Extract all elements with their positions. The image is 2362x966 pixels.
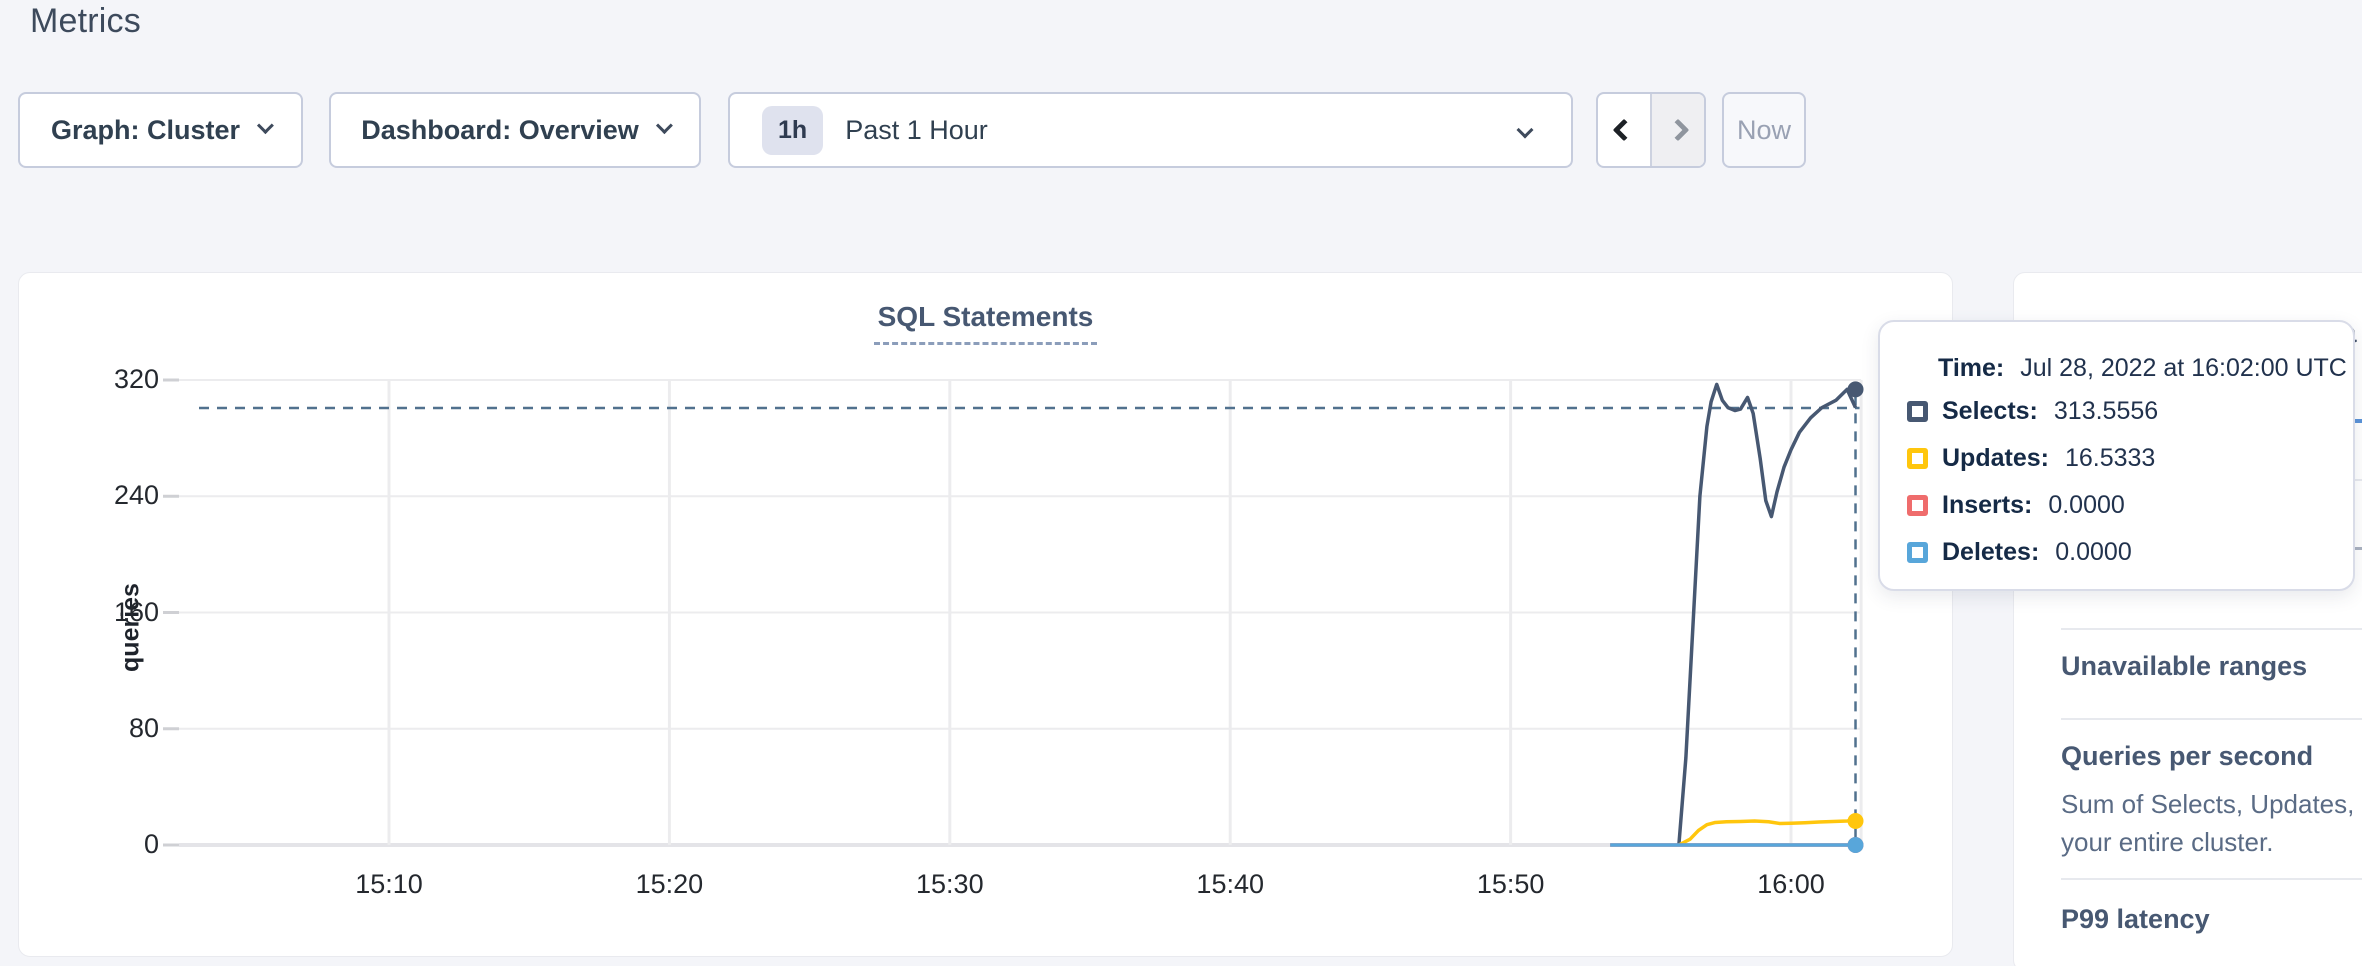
x-axis-tick-label: 15:20 [609,869,729,900]
sidebar-heading-unavailable-ranges: Unavailable ranges [2061,651,2362,682]
graph-scope-label: Graph: Cluster [51,115,240,146]
tooltip-row: Inserts: 0.0000 [1907,482,2353,529]
tooltip-row: Updates: 16.5333 [1907,435,2353,482]
y-axis-label: queries [117,568,146,688]
chevron-down-icon [257,117,274,134]
series-line-selects [1679,384,1856,845]
y-axis-tick-label: 160 [39,597,159,628]
time-range-badge: 1h [762,106,823,155]
x-axis-tick-label: 15:40 [1170,869,1290,900]
chevron-down-icon [656,117,673,134]
tooltip-series-value: 0.0000 [2055,538,2131,567]
tooltip-series-label: Updates: [1942,444,2049,473]
series-line-updates [1679,820,1856,845]
now-button-label: Now [1737,115,1791,146]
y-axis-tick-label: 320 [39,364,159,395]
x-axis-tick-label: 16:00 [1731,869,1851,900]
tooltip-time-label: Time: [1938,354,2004,383]
divider [2061,628,2362,630]
tooltip-series-value: 313.5556 [2054,397,2158,426]
x-axis-tick-label: 15:30 [890,869,1010,900]
sql-statements-chart-card: SQL Statements queries 080160240320 15:1… [18,272,1953,957]
sidebar-desc-line: your entire cluster. [2061,827,2362,858]
sidebar-desc-line: Sum of Selects, Updates, Inser [2061,789,2362,820]
chevron-down-icon [1517,122,1534,139]
time-range-label: Past 1 Hour [845,115,988,146]
legend-swatch-icon [1907,542,1928,563]
dashboard-label: Dashboard: Overview [361,115,639,146]
next-time-button[interactable] [1650,94,1704,166]
sidebar-heading-queries-per-second: Queries per second [2061,741,2362,772]
y-axis-tick-label: 80 [39,713,159,744]
chart-hover-tooltip: Time: Jul 28, 2022 at 16:02:00 UTC Selec… [1878,320,2355,591]
tooltip-series-value: 16.5333 [2065,444,2155,473]
sidebar-heading-p99-latency: P99 latency [2061,904,2362,935]
page-title: Metrics [30,2,141,41]
x-axis-tick-label: 15:10 [329,869,449,900]
sql-statements-chart[interactable] [19,273,1954,958]
time-window-pager [1596,92,1706,168]
legend-swatch-icon [1907,448,1928,469]
tooltip-time-value: Jul 28, 2022 at 16:02:00 UTC [2020,354,2347,383]
time-range-dropdown[interactable]: 1h Past 1 Hour [728,92,1573,168]
chevron-right-icon [1667,119,1690,142]
legend-swatch-icon [1907,495,1928,516]
tooltip-series-label: Deletes: [1942,538,2039,567]
prev-time-button[interactable] [1598,94,1650,166]
hover-dot-deletes [1848,837,1864,853]
x-axis-tick-label: 15:50 [1451,869,1571,900]
y-axis-tick-label: 0 [39,829,159,860]
y-axis-tick-label: 240 [39,480,159,511]
dashboard-dropdown[interactable]: Dashboard: Overview [329,92,701,168]
now-button[interactable]: Now [1722,92,1806,168]
divider [2061,878,2362,880]
divider [2061,718,2362,720]
graph-scope-dropdown[interactable]: Graph: Cluster [18,92,303,168]
tooltip-time-row: Time: Jul 28, 2022 at 16:02:00 UTC [1938,348,2353,388]
tooltip-row: Deletes: 0.0000 [1907,529,2353,576]
legend-swatch-icon [1907,401,1928,422]
hover-dot-updates [1848,813,1864,829]
tooltip-row: Selects: 313.5556 [1907,388,2353,435]
tooltip-series-label: Inserts: [1942,491,2032,520]
chevron-left-icon [1613,119,1636,142]
tooltip-series-label: Selects: [1942,397,2038,426]
tooltip-series-value: 0.0000 [2048,491,2124,520]
hover-dot-selects [1848,381,1864,397]
